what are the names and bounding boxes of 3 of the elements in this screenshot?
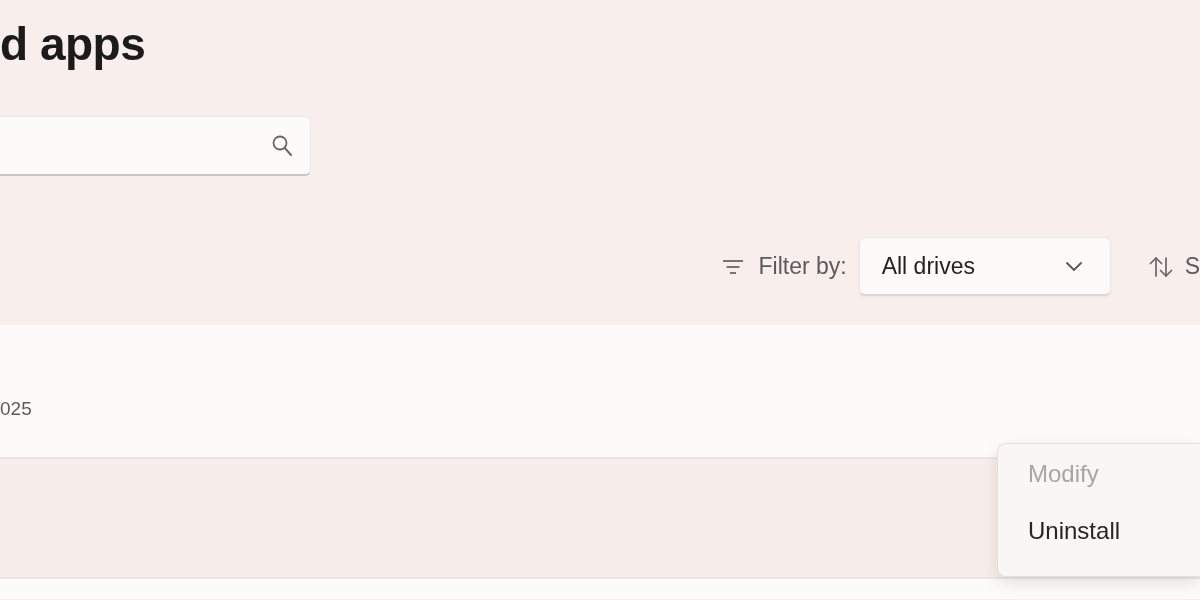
date-text: 025 [0, 396, 33, 421]
filter-label: Filter by: [758, 252, 847, 282]
page-title: d apps [0, 17, 147, 72]
